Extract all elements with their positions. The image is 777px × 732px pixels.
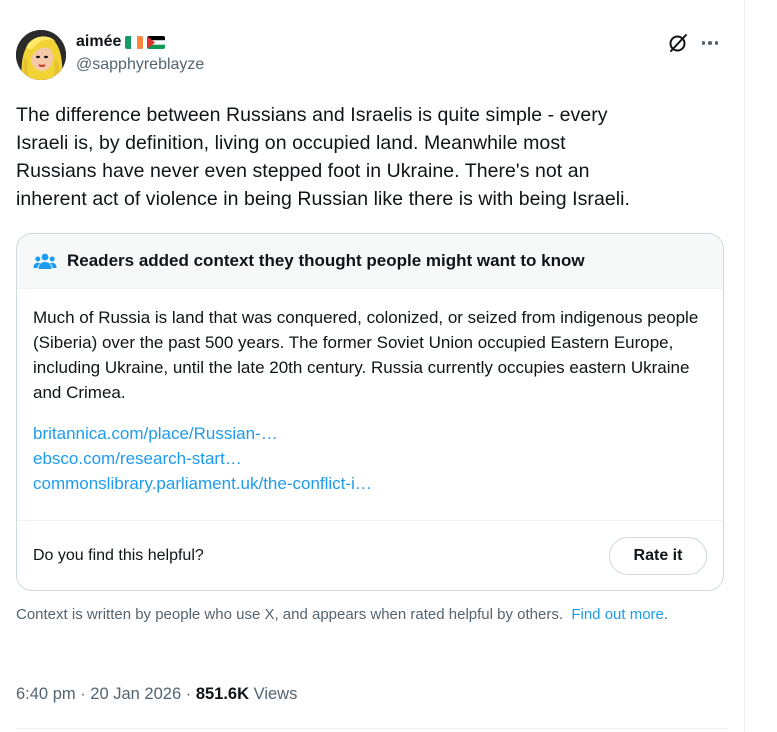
tweet-time[interactable]: 6:40 pm [16,685,76,703]
community-note-title: Readers added context they thought peopl… [67,251,585,270]
community-note-footer: Do you find this helpful? Rate it [17,520,723,590]
avatar[interactable] [16,30,66,80]
tweet-text: The difference between Russians and Isra… [16,104,631,210]
people-icon [33,253,57,269]
community-note-links: britannica.com/place/Russian-… ebsco.com… [17,405,723,496]
divider [16,728,728,729]
tweet-date[interactable]: 20 Jan 2026 [90,685,181,703]
source-link-commonslibrary[interactable]: commonslibrary.parliament.uk/the-conflic… [33,471,707,496]
ireland-flag-icon [125,35,144,49]
display-name-row[interactable]: aimée [76,32,204,52]
community-note: Readers added context they thought peopl… [16,233,724,591]
helpful-question: Do you find this helpful? [33,547,204,564]
display-name[interactable]: aimée [76,32,121,52]
views-label: Views [249,685,298,703]
views-count: 851.6K [195,685,250,703]
community-note-header: Readers added context they thought peopl… [17,234,723,289]
column-border [744,0,745,732]
more-icon[interactable] [699,32,721,54]
rate-it-button[interactable]: Rate it [609,537,707,575]
grok-icon[interactable] [667,32,689,54]
source-link-ebsco[interactable]: ebsco.com/research-start… [33,446,707,471]
palestine-flag-icon [147,35,166,49]
source-link-britannica[interactable]: britannica.com/place/Russian-… [33,421,707,446]
context-info: Context is written by people who use X, … [16,605,716,625]
find-out-more-link[interactable]: Find out more [571,606,664,623]
context-info-text: Context is written by people who use X, … [16,606,563,623]
tweet-meta: 6:40 pm · 20 Jan 2026 · 851.6K Views [16,683,297,705]
context-info-end: . [663,606,669,623]
meta-separator: · [75,685,91,703]
community-note-body: Much of Russia is land that was conquere… [33,308,699,402]
user-handle[interactable]: @sapphyreblayze [76,55,204,75]
tweet-header: aimée @sapphyreblayze [16,30,728,82]
meta-separator: · [181,685,196,703]
